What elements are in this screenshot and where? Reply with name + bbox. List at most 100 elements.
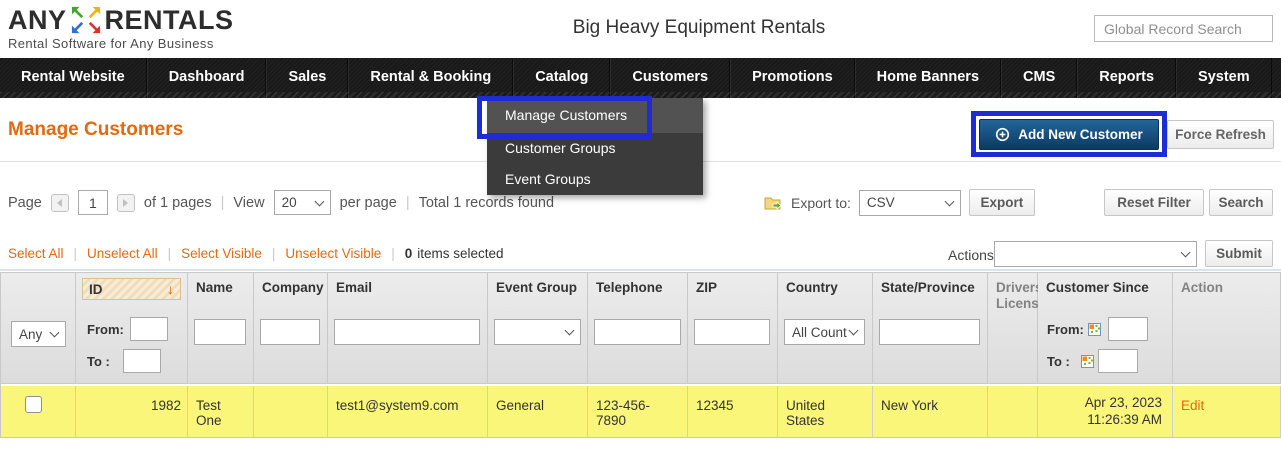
unselect-visible-link[interactable]: Unselect Visible [285,246,381,261]
view-label: View [233,194,265,211]
row-checkbox[interactable] [25,396,42,413]
plus-circle-icon [995,127,1010,142]
next-arrow-icon [123,198,129,207]
any-filter-select[interactable]: Any [11,321,66,347]
event-group-filter-select[interactable] [494,319,581,345]
chevron-down-icon [49,327,60,338]
column-label-event-group: Event Group [496,280,578,295]
menu-item-manage-customers[interactable]: Manage Customers [487,98,703,133]
export-button[interactable]: Export [968,189,1035,216]
separator [391,246,395,261]
calendar-icon[interactable] [1080,354,1094,368]
column-label-customer-since: Customer Since [1046,280,1149,295]
country-filter-select[interactable]: All Count [784,319,865,345]
id-to-input[interactable] [122,349,161,373]
nav-item-sales[interactable]: Sales [266,58,349,98]
page-title: Manage Customers [8,119,184,140]
export-folder-icon [764,195,783,211]
column-header-email: Email [328,273,488,384]
next-page-button[interactable] [116,193,135,212]
id-sort-header[interactable]: ID ↓ [82,278,181,300]
brand-logo: ANY RENTALS Rental Software for Any Busi… [8,5,234,51]
chevron-down-icon [1180,247,1191,258]
menu-item-event-groups[interactable]: Event Groups [487,164,703,195]
row-event-group-cell: General [488,386,588,438]
per-page-select[interactable]: 20 [273,190,331,215]
brand-tagline: Rental Software for Any Business [8,36,214,51]
row-customer-since-cell: Apr 23, 2023 11:26:39 AM [1038,386,1173,438]
company-filter-input[interactable] [260,319,320,345]
any-filter-value: Any [19,326,43,342]
state-filter-input[interactable] [879,319,980,345]
id-from-input[interactable] [129,317,168,341]
nav-item-promotions[interactable]: Promotions [730,58,855,98]
page-number-input[interactable] [77,190,108,215]
menu-item-customer-groups[interactable]: Customer Groups [487,133,703,164]
row-company-cell [254,386,328,438]
select-all-link[interactable]: Select All [8,246,64,261]
column-header-company: Company [254,273,328,384]
since-from-input[interactable] [1107,317,1148,341]
chevron-down-icon [848,325,859,336]
nav-item-cms[interactable]: CMS [1001,58,1078,98]
zip-filter-input[interactable] [694,319,770,345]
nav-item-system[interactable]: System [1176,58,1272,98]
name-filter-input[interactable] [194,319,246,345]
select-visible-link[interactable]: Select Visible [181,246,262,261]
column-label-telephone: Telephone [596,280,663,295]
column-label-email: Email [336,280,373,295]
force-refresh-button[interactable]: Force Refresh [1167,120,1274,149]
unselect-all-link[interactable]: Unselect All [87,246,158,261]
chevron-down-icon [314,196,325,206]
nav-item-rental-website[interactable]: Rental Website [0,58,147,98]
row-telephone-cell: 123-456-7890 [588,386,688,438]
brand-logo-row: ANY RENTALS [8,5,234,35]
since-to-input[interactable] [1097,349,1138,373]
calendar-icon[interactable] [1087,322,1101,336]
sort-desc-icon: ↓ [167,281,174,297]
column-label-company: Company [262,280,324,295]
separator [221,195,225,211]
row-name-cell: Test One [188,386,254,438]
column-header-state-province: State/Province [873,273,988,384]
column-label-country: Country [786,280,838,295]
submit-button[interactable]: Submit [1205,240,1273,267]
prev-page-button[interactable] [50,193,69,212]
prev-arrow-icon [57,198,63,207]
separator [406,195,410,211]
column-header-checkbox: Any [1,273,76,384]
column-label-action: Action [1181,280,1223,295]
per-page-label: per page [339,194,397,211]
search-button[interactable]: Search [1209,189,1273,216]
nav-item-reports[interactable]: Reports [1077,58,1177,98]
main-navbar: Rental Website Dashboard Sales Rental & … [0,58,1281,98]
edit-link[interactable]: Edit [1181,398,1204,413]
row-action-cell: Edit [1173,386,1281,438]
separator [74,246,78,261]
page-label: Page [8,194,42,211]
per-page-value: 20 [281,195,297,210]
table-top-divider [0,269,1281,271]
selected-count-suffix: items selected [417,246,504,261]
nav-item-customers[interactable]: Customers [610,58,731,98]
nav-item-rental-booking[interactable]: Rental & Booking [348,58,514,98]
email-filter-input[interactable] [334,319,480,345]
add-new-customer-button[interactable]: Add New Customer [979,119,1159,150]
selected-count: 0 [404,246,413,261]
actions-select[interactable] [994,241,1197,267]
brand-name-left: ANY [8,5,67,35]
nav-item-catalog[interactable]: Catalog [513,58,611,98]
reset-filter-button[interactable]: Reset Filter [1104,189,1204,216]
since-from-label: From: [1047,321,1084,337]
telephone-filter-input[interactable] [594,319,681,345]
id-from-label: From: [87,321,124,337]
brand-name-right: RENTALS [104,5,234,35]
nav-item-dashboard[interactable]: Dashboard [146,58,267,98]
country-filter-value: All Count [792,324,847,340]
row-zip-cell: 12345 [688,386,778,438]
column-header-drivers-license: Drivers License [988,273,1046,384]
nav-item-home-banners[interactable]: Home Banners [854,58,1002,98]
export-format-select[interactable]: CSV [858,189,961,216]
column-header-event-group: Event Group [488,273,588,384]
global-record-search-input[interactable] [1094,15,1273,42]
